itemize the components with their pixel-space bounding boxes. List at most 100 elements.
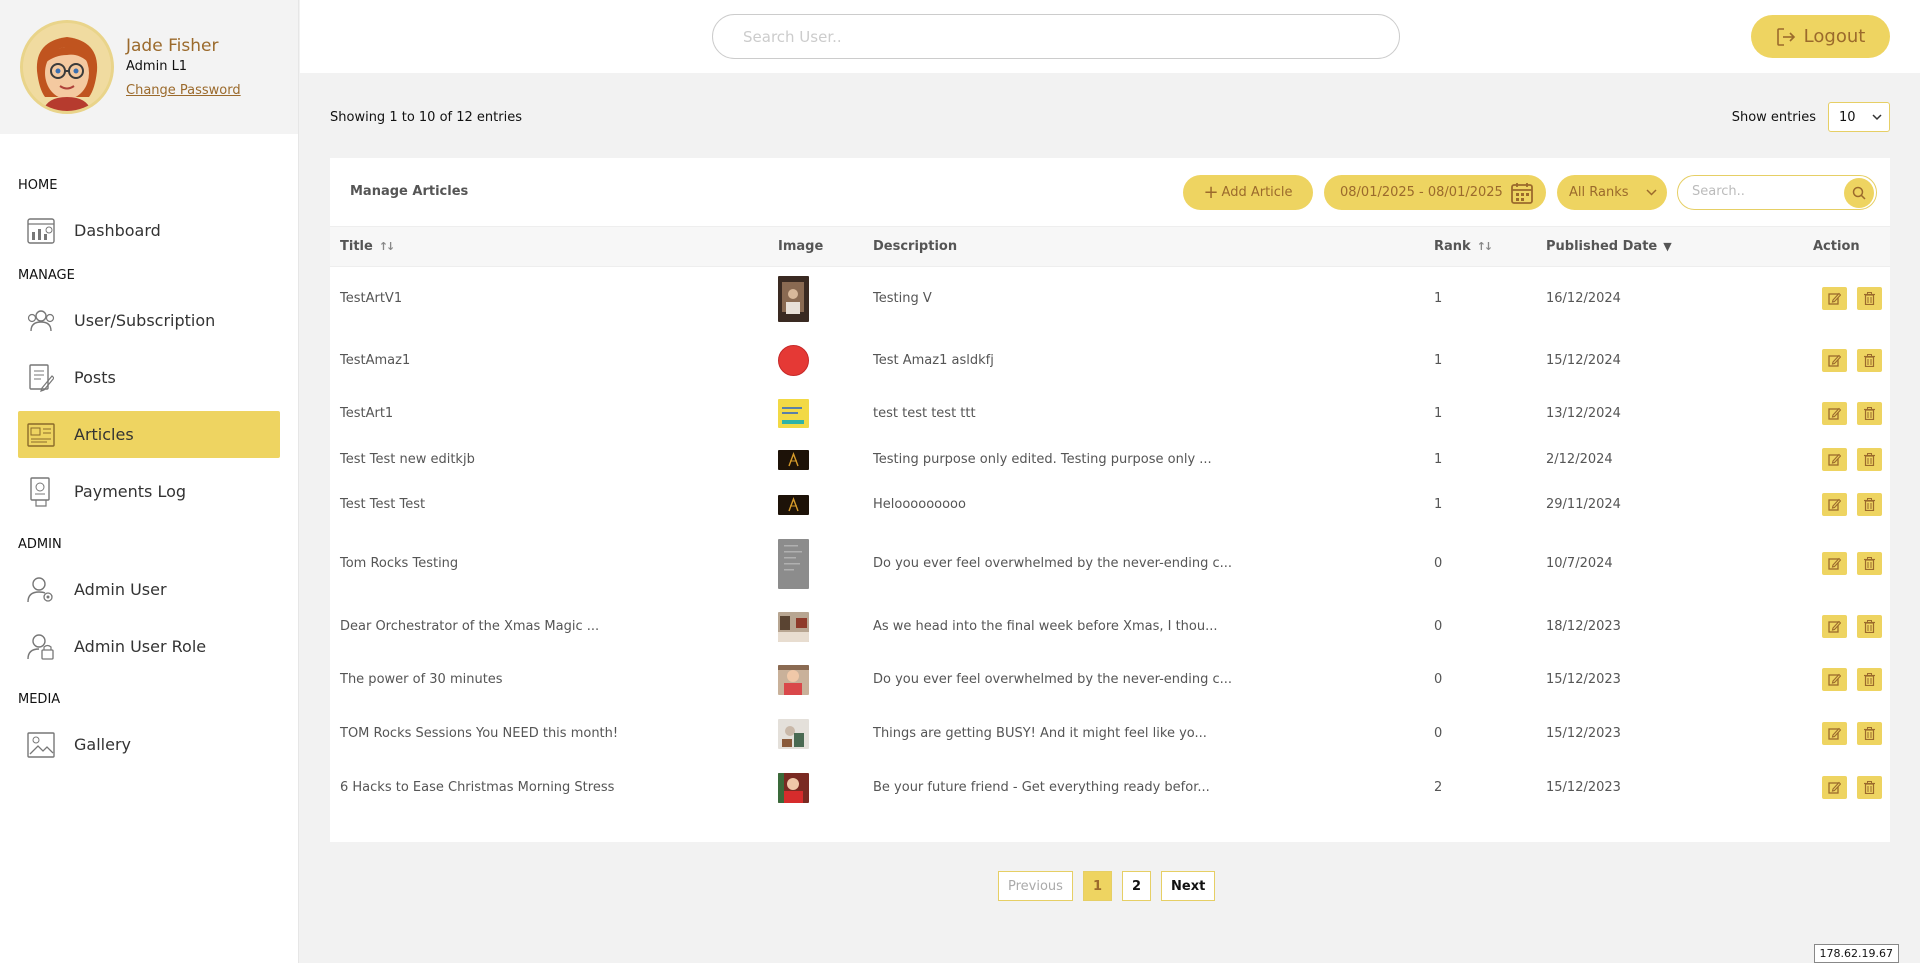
logout-button[interactable]: Logout: [1751, 15, 1890, 58]
trash-icon: [1864, 407, 1875, 420]
row-actions: [1777, 331, 1890, 391]
page-2-button[interactable]: 2: [1122, 871, 1152, 901]
edit-button[interactable]: [1822, 668, 1847, 691]
edit-button[interactable]: [1822, 722, 1847, 745]
edit-icon: [1828, 673, 1841, 686]
row-rank: 0: [1434, 619, 1443, 634]
column-rank-label: Rank: [1434, 239, 1471, 254]
delete-button[interactable]: [1857, 668, 1882, 691]
articles-icon: [26, 420, 56, 450]
delete-button[interactable]: [1857, 722, 1882, 745]
edit-icon: [1828, 407, 1841, 420]
row-image-cell: [778, 653, 873, 707]
next-label: Next: [1171, 878, 1206, 894]
row-rank: 0: [1434, 726, 1443, 741]
row-actions: [1777, 483, 1890, 527]
page-1-button[interactable]: 1: [1082, 871, 1112, 901]
sidebar-item-gallery[interactable]: Gallery: [18, 721, 280, 768]
row-actions: [1777, 267, 1890, 331]
table-row: TestAmaz1 Test Amaz1 asldkfj 1 15/12/2024: [330, 331, 1890, 391]
delete-button[interactable]: [1857, 552, 1882, 575]
row-rank: 1: [1434, 291, 1443, 307]
row-description: test test test ttt: [873, 406, 976, 421]
row-description: Things are getting BUSY! And it might fe…: [873, 726, 1207, 741]
delete-button[interactable]: [1857, 349, 1882, 372]
sidebar-item-admin-user[interactable]: Admin User: [18, 566, 280, 613]
edit-button[interactable]: [1822, 776, 1847, 799]
date-range-picker[interactable]: 08/01/2025 - 08/01/2025: [1324, 175, 1546, 210]
edit-button[interactable]: [1822, 615, 1847, 638]
page-number: 1: [1092, 878, 1102, 894]
row-title: Dear Orchestrator of the Xmas Magic ...: [340, 619, 600, 634]
trash-icon: [1864, 354, 1875, 367]
row-published-date: 13/12/2024: [1546, 406, 1621, 421]
sidebar-item-dashboard[interactable]: Dashboard: [18, 207, 280, 254]
sort-icon: ↑↓: [378, 240, 396, 253]
sidebar-item-posts[interactable]: Posts: [18, 354, 280, 401]
edit-button[interactable]: [1822, 552, 1847, 575]
sidebar-item-label: Articles: [74, 425, 134, 444]
profile-role: Admin L1: [126, 59, 188, 74]
plus-icon: +: [1203, 181, 1219, 203]
delete-button[interactable]: [1857, 493, 1882, 516]
edit-icon: [1828, 354, 1841, 367]
edit-icon: [1828, 498, 1841, 511]
row-title: TestArtV1: [340, 291, 403, 307]
rank-filter-select[interactable]: All Ranks: [1557, 175, 1667, 210]
trash-icon: [1864, 673, 1875, 686]
logout-icon: [1776, 27, 1795, 46]
sidebar-item-admin-user-role[interactable]: Admin User Role: [18, 623, 280, 670]
next-page-button[interactable]: Next: [1161, 871, 1216, 901]
add-article-button[interactable]: + Add Article: [1183, 175, 1313, 210]
row-description: Do you ever feel overwhelmed by the neve…: [873, 672, 1233, 687]
column-rank[interactable]: Rank ↑↓: [1434, 227, 1546, 267]
article-thumbnail: [778, 449, 809, 470]
table-row: 6 Hacks to Ease Christmas Morning Stress…: [330, 761, 1890, 815]
column-title[interactable]: Title ↑↓: [330, 227, 778, 267]
profile-info: Jade Fisher Admin L1 Change Password: [126, 36, 241, 98]
row-published-date: 18/12/2023: [1546, 619, 1621, 634]
calendar-icon: [1511, 182, 1533, 204]
edit-icon: [1828, 557, 1841, 570]
column-published-date[interactable]: Published Date ▼: [1546, 227, 1777, 267]
delete-button[interactable]: [1857, 615, 1882, 638]
article-search: [1677, 175, 1877, 210]
row-published-date: 16/12/2024: [1546, 291, 1621, 307]
trash-icon: [1864, 498, 1875, 511]
row-actions: [1777, 761, 1890, 815]
delete-button[interactable]: [1857, 448, 1882, 471]
pagination: Previous 1 2 Next: [998, 871, 1216, 901]
sidebar-item-label: Posts: [74, 368, 116, 387]
row-published-date: 15/12/2024: [1546, 353, 1621, 368]
nav-section-home: HOME: [18, 178, 58, 193]
table-header-row: Title ↑↓ Image Description Rank ↑↓ Publish…: [330, 226, 1890, 267]
rank-filter-value: All Ranks: [1569, 185, 1629, 200]
edit-button[interactable]: [1822, 287, 1847, 311]
change-password-link[interactable]: Change Password: [126, 83, 241, 98]
row-description: Testing V: [873, 291, 932, 307]
sidebar-item-payments-log[interactable]: Payments Log: [18, 468, 280, 515]
posts-icon: [26, 363, 56, 393]
article-thumbnail: [778, 538, 809, 589]
trash-icon: [1864, 781, 1875, 794]
entries-per-page-select[interactable]: 10: [1828, 102, 1890, 132]
row-published-date: 29/11/2024: [1546, 497, 1621, 512]
delete-button[interactable]: [1857, 776, 1882, 799]
edit-button[interactable]: [1822, 493, 1847, 516]
edit-button[interactable]: [1822, 448, 1847, 471]
article-search-input[interactable]: [1692, 184, 1832, 199]
delete-button[interactable]: [1857, 402, 1882, 425]
search-button[interactable]: [1844, 178, 1874, 208]
sidebar-item-articles[interactable]: Articles: [18, 411, 280, 458]
previous-page-button[interactable]: Previous: [998, 871, 1073, 901]
sidebar-item-label: User/Subscription: [74, 311, 216, 330]
user-search-input[interactable]: [712, 14, 1400, 59]
sidebar-item-user-subscription[interactable]: User/Subscription: [18, 297, 280, 344]
edit-button[interactable]: [1822, 349, 1847, 372]
article-thumbnail: [778, 718, 809, 749]
row-title: 6 Hacks to Ease Christmas Morning Stress: [340, 780, 615, 795]
articles-table: Title ↑↓ Image Description Rank ↑↓ Publish…: [330, 226, 1890, 815]
delete-button[interactable]: [1857, 287, 1882, 311]
edit-button[interactable]: [1822, 402, 1847, 425]
sidebar: Jade Fisher Admin L1 Change Password HOM…: [0, 0, 299, 963]
